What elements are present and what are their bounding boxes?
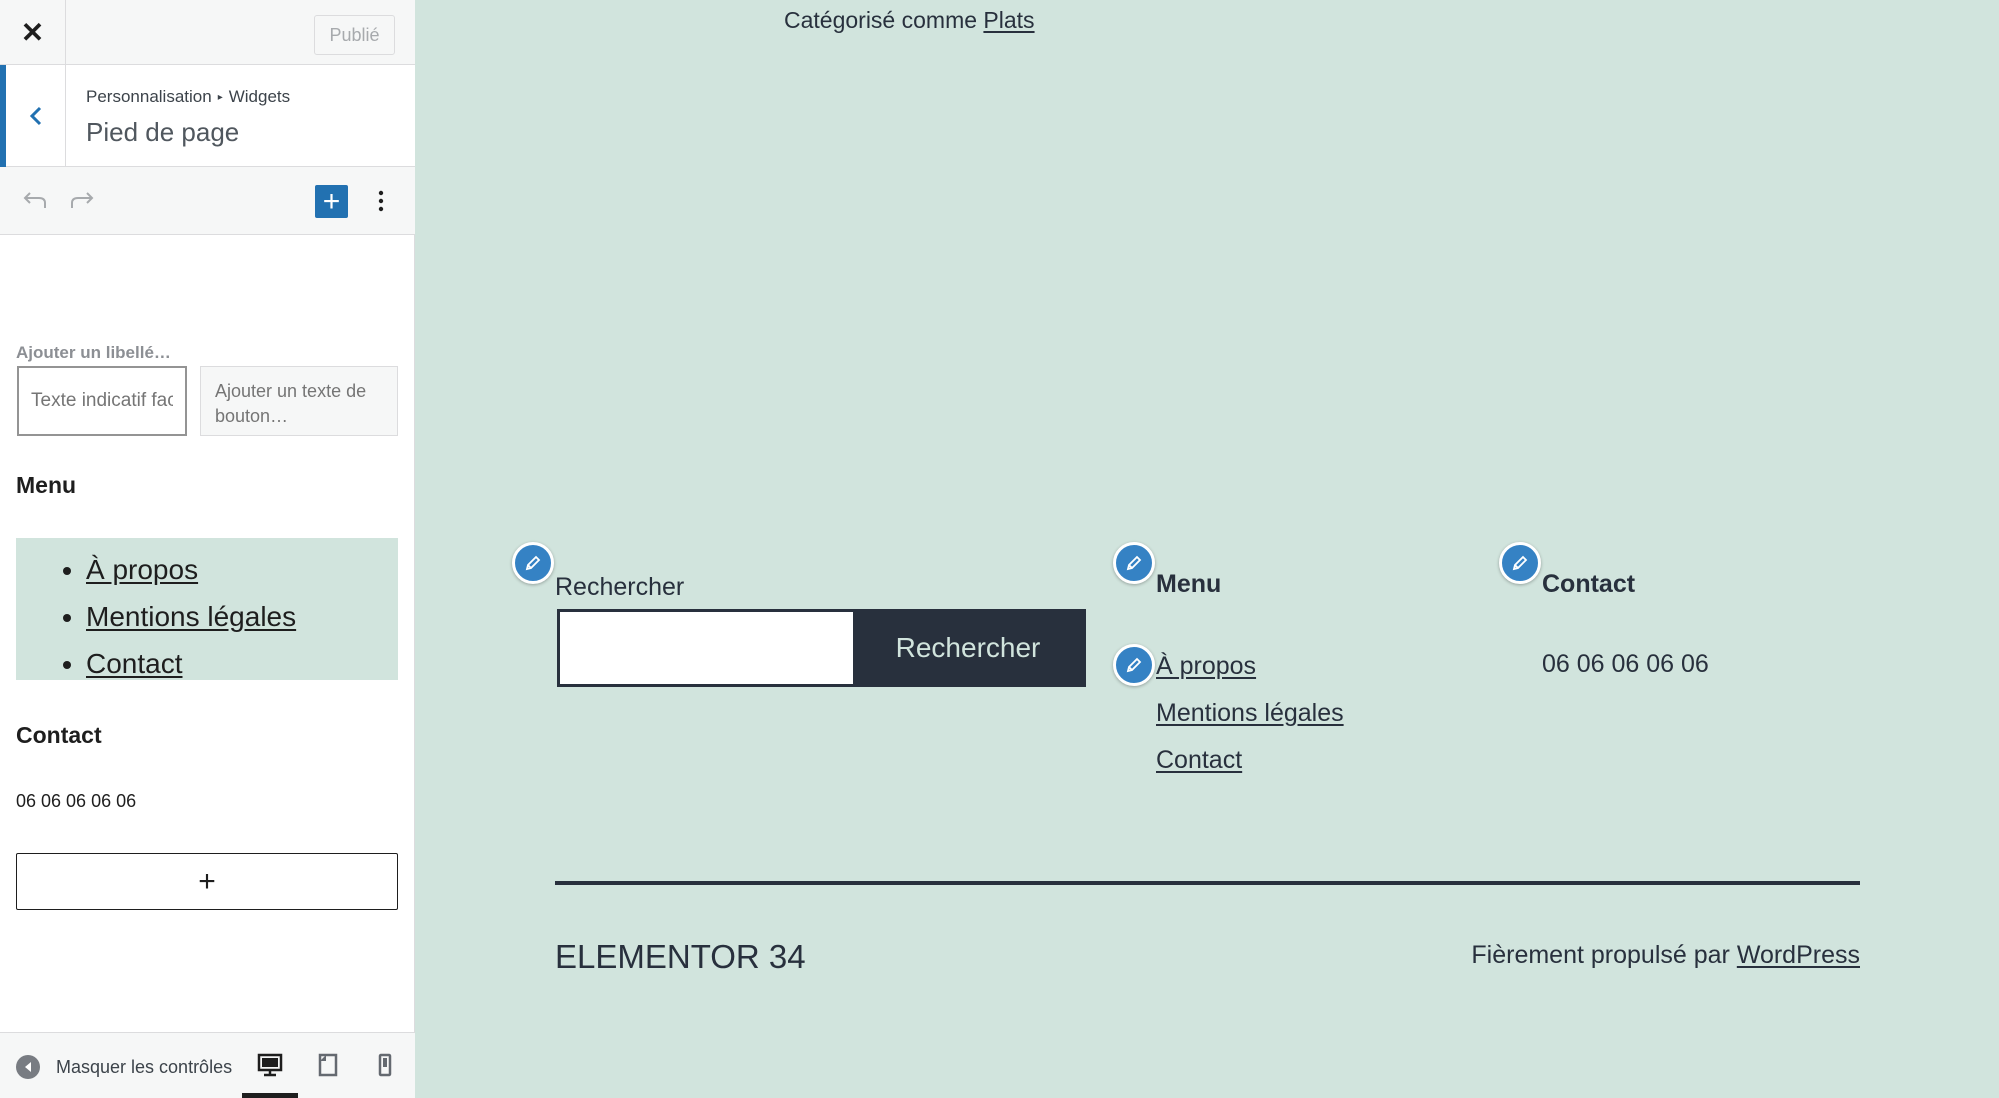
footer-link-legal[interactable]: Mentions légales [1156, 699, 1344, 727]
footer-link-contact[interactable]: Contact [1156, 746, 1242, 774]
plus-icon: + [322, 184, 341, 218]
section-header: Personnalisation ▸ Widgets Pied de page [0, 65, 415, 167]
menu-link-contact[interactable]: Contact [86, 648, 183, 679]
contact-widget-title: Contact [1542, 570, 1636, 598]
powered-by-prefix: Fièrement propulsé par [1471, 941, 1730, 969]
mobile-icon [378, 1053, 392, 1077]
desktop-icon [257, 1053, 283, 1077]
footer-menu: À propos Mentions légales Contact [1156, 648, 1344, 789]
breadcrumb: Personnalisation ▸ Widgets [86, 87, 290, 107]
arrow-left-circle-icon [16, 1055, 40, 1079]
footer-link-about[interactable]: À propos [1156, 652, 1256, 680]
wordpress-link[interactable]: WordPress [1737, 941, 1860, 969]
list-item: Contact [1156, 742, 1344, 789]
preview-desktop-button[interactable] [242, 1047, 298, 1098]
pencil-icon [525, 555, 541, 571]
edit-search-widget-button[interactable] [512, 542, 554, 584]
options-button[interactable] [365, 185, 397, 217]
block-toolbar: + [0, 167, 415, 235]
menu-block[interactable]: À propos Mentions légales Contact [16, 538, 398, 680]
footer-divider [555, 881, 1860, 885]
search-input[interactable] [560, 612, 853, 684]
powered-by: Fièrement propulsé par WordPress [1471, 941, 1860, 970]
search-block-button-placeholder[interactable]: Ajouter un texte de bouton… [200, 366, 398, 436]
more-vertical-icon [378, 190, 384, 212]
back-button[interactable] [0, 65, 66, 167]
site-name[interactable]: ELEMENTOR 34 [555, 938, 806, 976]
search-widget-label: Rechercher [555, 573, 685, 601]
list-item: Mentions légales [86, 593, 398, 640]
breadcrumb-separator-icon: ▸ [217, 92, 223, 103]
edit-menu-widget-button[interactable] [1113, 542, 1155, 584]
publish-button[interactable]: Publié [314, 15, 395, 55]
search-block-input[interactable] [17, 366, 187, 436]
preview-tablet-button[interactable] [308, 1047, 348, 1083]
menu-block-heading[interactable]: Menu [16, 472, 76, 499]
menu-widget-title: Menu [1156, 570, 1222, 598]
pencil-icon [1126, 555, 1142, 571]
customizer-header: ✕ Publié [0, 0, 415, 65]
add-block-button[interactable]: + [315, 185, 348, 218]
breadcrumb-item: Widgets [228, 87, 291, 106]
close-icon: ✕ [20, 17, 45, 48]
search-form: Rechercher [557, 609, 1086, 687]
search-button[interactable]: Rechercher [853, 612, 1083, 684]
pencil-icon [1126, 657, 1142, 673]
menu-link-about[interactable]: À propos [86, 554, 198, 585]
contact-block-heading[interactable]: Contact [16, 722, 102, 749]
contact-block-phone[interactable]: 06 06 06 06 06 [16, 791, 136, 812]
category-prefix: Catégorisé comme [784, 7, 978, 33]
edit-contact-widget-button[interactable] [1499, 542, 1541, 584]
redo-button[interactable] [67, 185, 99, 217]
list-item: Mentions légales [1156, 695, 1344, 742]
category-link[interactable]: Plats [983, 7, 1034, 33]
preview-mobile-button[interactable] [365, 1047, 405, 1083]
collapse-controls-label: Masquer les contrôles [56, 1056, 233, 1077]
tablet-icon [318, 1053, 338, 1077]
list-item: À propos [1156, 648, 1344, 695]
customizer-sidebar: ✕ Publié Personnalisation ▸ Widgets Pied d… [0, 0, 415, 1098]
redo-icon [71, 192, 94, 208]
chevron-left-icon [29, 106, 41, 126]
menu-link-legal[interactable]: Mentions légales [86, 601, 296, 632]
list-item: À propos [86, 546, 398, 593]
contact-widget-phone: 06 06 06 06 06 [1542, 650, 1709, 678]
search-block-label-placeholder[interactable]: Ajouter un libellé… [16, 343, 171, 363]
undo-icon [23, 192, 46, 208]
append-block-button[interactable]: + [16, 853, 398, 910]
customizer-footer: Masquer les contrôles [0, 1032, 415, 1098]
edit-nav-menu-button[interactable] [1113, 644, 1155, 686]
site-preview: Catégorisé comme Plats Rechercher Recher… [416, 0, 1999, 1098]
breadcrumb-item: Personnalisation [86, 87, 212, 106]
undo-button[interactable] [18, 185, 50, 217]
pencil-icon [1512, 555, 1528, 571]
list-item: Contact [86, 640, 398, 687]
post-category: Catégorisé comme Plats [784, 7, 1035, 34]
collapse-controls-button[interactable]: Masquer les contrôles [16, 1055, 236, 1079]
close-button[interactable]: ✕ [0, 0, 66, 65]
section-title: Pied de page [86, 117, 240, 147]
